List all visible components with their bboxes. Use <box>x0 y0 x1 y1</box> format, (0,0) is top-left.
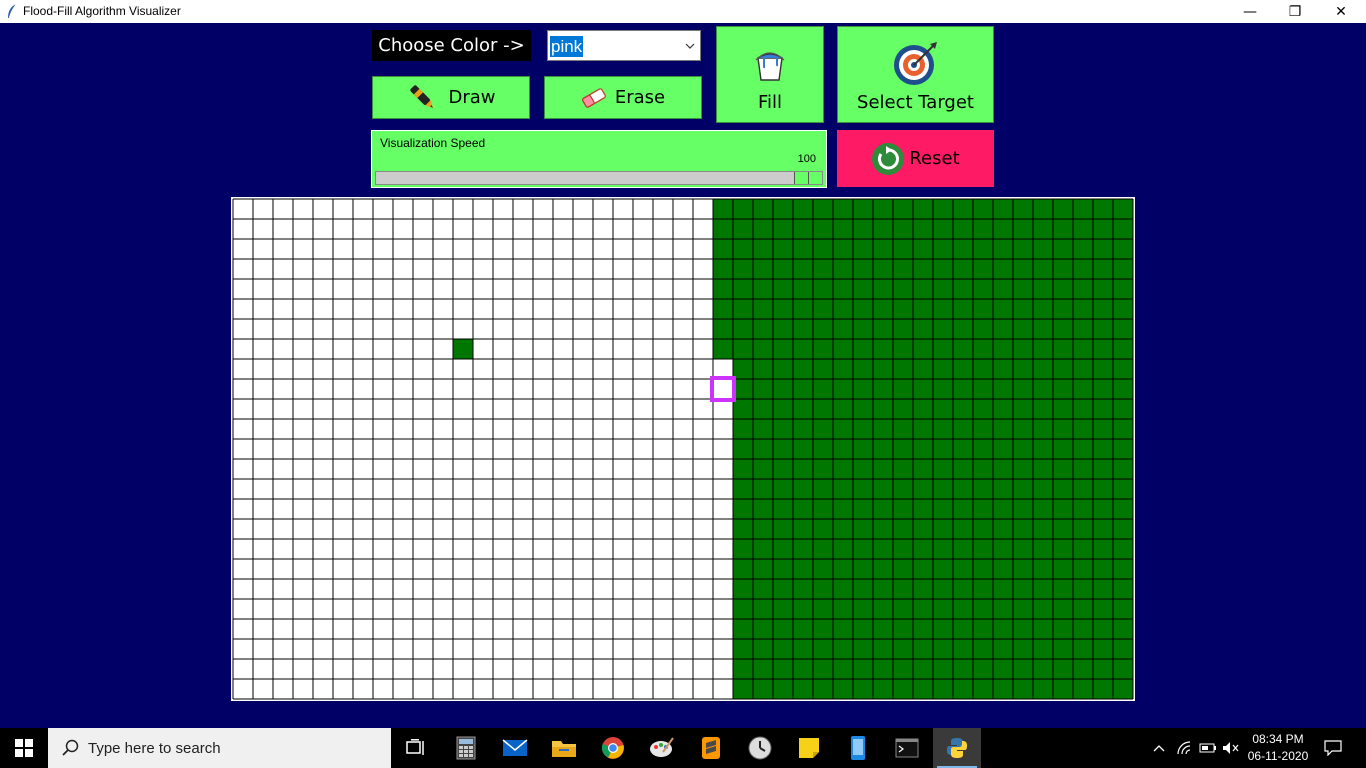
maximize-button[interactable]: ❐ <box>1272 0 1318 23</box>
task-view-icon[interactable] <box>392 728 440 768</box>
sublime-text-icon[interactable] <box>687 728 735 768</box>
mail-icon[interactable] <box>491 728 539 768</box>
target-icon <box>893 42 937 85</box>
speed-value: 100 <box>797 153 816 165</box>
color-select[interactable]: pink <box>547 30 701 61</box>
search-box[interactable]: Type here to search <box>48 728 391 768</box>
search-icon <box>62 739 79 756</box>
speed-slider-panel: Visualization Speed 100 <box>371 130 827 188</box>
sticky-notes-icon[interactable] <box>785 728 833 768</box>
color-select-value: pink <box>550 36 584 57</box>
terminal-icon[interactable] <box>883 728 931 768</box>
speed-slider[interactable] <box>375 171 823 185</box>
choose-color-label: Choose Color -> <box>372 30 531 61</box>
erase-button[interactable]: Erase <box>544 76 702 119</box>
chrome-icon[interactable] <box>589 728 637 768</box>
clock-icon[interactable] <box>736 728 784 768</box>
feather-icon <box>8 3 17 19</box>
search-placeholder: Type here to search <box>88 740 221 757</box>
volume-muted-icon[interactable] <box>1219 728 1243 768</box>
minimize-button[interactable]: — <box>1227 0 1273 23</box>
grid-canvas[interactable] <box>231 197 1135 701</box>
target-cell[interactable] <box>710 376 736 402</box>
taskbar: Type here to search 08:34 PM 06-11-2020 <box>0 728 1366 768</box>
file-explorer-icon[interactable] <box>540 728 588 768</box>
marker-icon <box>410 84 434 108</box>
select-target-button-label: Select Target <box>857 92 974 113</box>
start-button[interactable] <box>0 728 48 768</box>
reset-button[interactable]: Reset <box>837 130 994 187</box>
fill-button-label: Fill <box>757 92 783 113</box>
clock-date: 06-11-2020 <box>1247 749 1309 763</box>
title-bar: Flood-Fill Algorithm Visualizer — ❐ ✕ <box>0 0 1366 23</box>
erase-button-label: Erase <box>614 87 666 108</box>
reset-button-label: Reset <box>909 148 960 169</box>
window-title: Flood-Fill Algorithm Visualizer <box>23 4 181 18</box>
filled-cell[interactable] <box>453 339 473 359</box>
speed-slider-label: Visualization Speed <box>380 136 486 150</box>
clock-time: 08:34 PM <box>1252 732 1304 746</box>
eraser-icon <box>581 87 606 108</box>
wifi-icon[interactable] <box>1173 728 1197 768</box>
paint-icon[interactable] <box>638 728 686 768</box>
taskbar-clock[interactable]: 08:34 PM 06-11-2020 <box>1242 731 1314 765</box>
draw-button-label: Draw <box>448 87 496 108</box>
windows-logo-icon <box>15 739 33 757</box>
battery-icon[interactable] <box>1196 728 1220 768</box>
flood-fill-grid[interactable] <box>231 197 1135 701</box>
phone-icon[interactable] <box>834 728 882 768</box>
chevron-down-icon[interactable] <box>685 41 695 51</box>
notification-icon[interactable] <box>1318 728 1348 768</box>
calculator-icon[interactable] <box>442 728 490 768</box>
draw-button[interactable]: Draw <box>372 76 530 119</box>
python-icon[interactable] <box>933 728 981 768</box>
fill-button[interactable]: Fill <box>716 26 824 123</box>
chevron-up-icon[interactable] <box>1147 728 1171 768</box>
speed-slider-thumb[interactable] <box>794 172 822 184</box>
refresh-icon <box>872 142 905 175</box>
close-button[interactable]: ✕ <box>1318 0 1364 23</box>
select-target-button[interactable]: Select Target <box>837 26 994 123</box>
paint-bucket-icon <box>755 52 785 81</box>
